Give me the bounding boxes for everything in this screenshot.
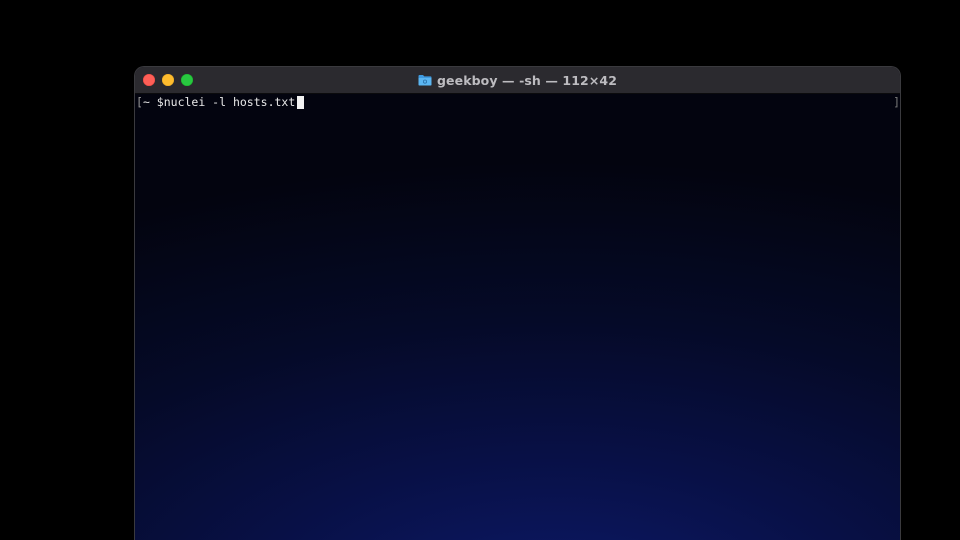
terminal-content[interactable]: [~ $ nuclei -l hosts.txt ] [135, 94, 900, 540]
line-start-mark: [ [136, 95, 143, 109]
window-title-wrap: geekboy — -sh — 112×42 [135, 67, 900, 93]
window-title: geekboy — -sh — 112×42 [437, 72, 617, 88]
line-end-mark: ] [893, 95, 900, 109]
titlebar[interactable]: geekboy — -sh — 112×42 [135, 67, 900, 94]
prompt: ~ $ [142, 95, 164, 109]
command-text: nuclei -l hosts.txt [163, 95, 296, 109]
folder-icon [418, 75, 432, 86]
command-line: [~ $ nuclei -l hosts.txt [136, 95, 305, 109]
text-cursor [297, 95, 305, 109]
desktop: geekboy — -sh — 112×42 [~ $ nuclei -l hos… [0, 0, 960, 540]
terminal-window[interactable]: geekboy — -sh — 112×42 [~ $ nuclei -l hos… [135, 67, 900, 540]
